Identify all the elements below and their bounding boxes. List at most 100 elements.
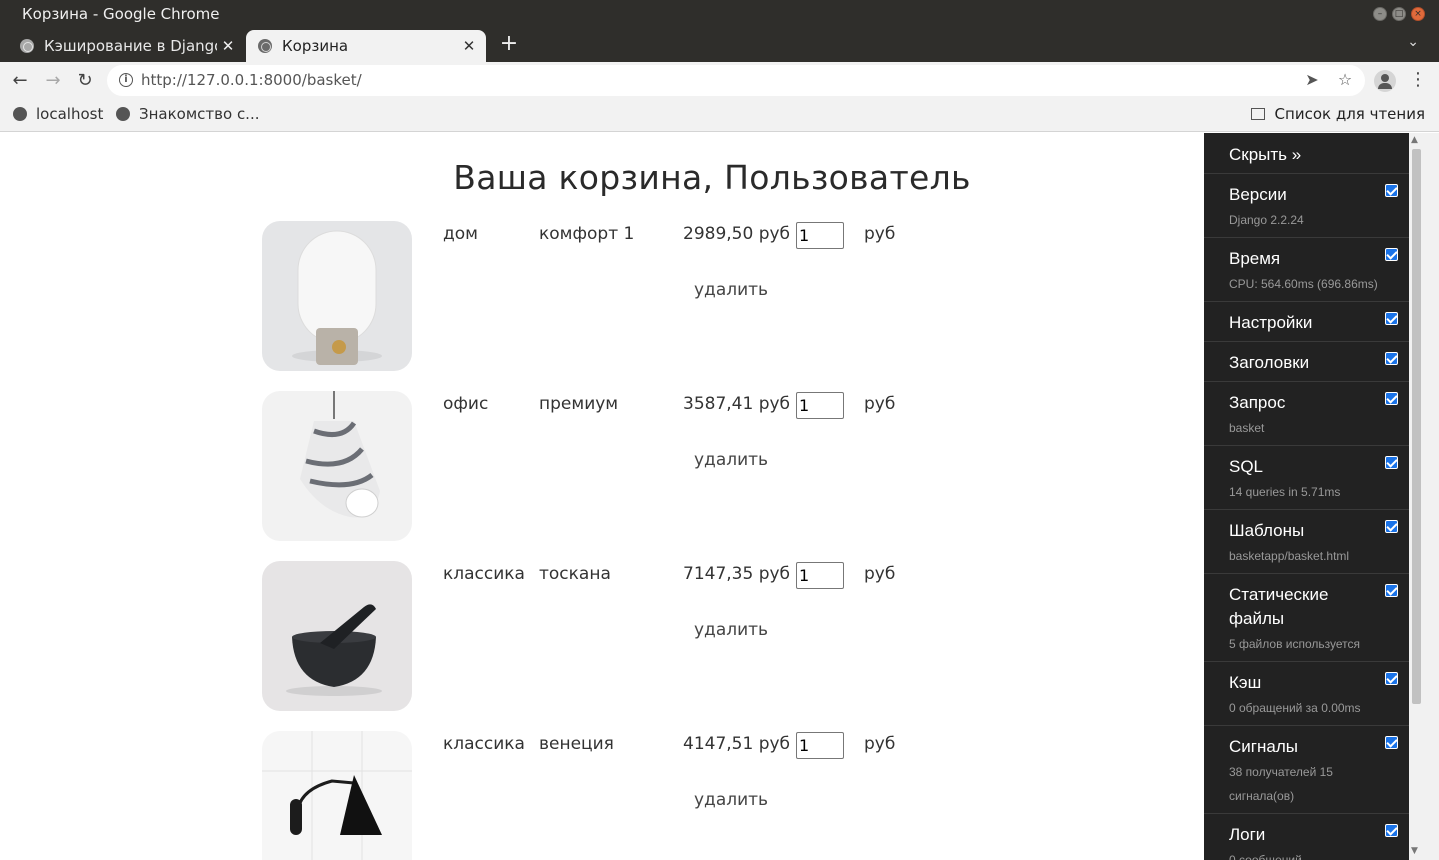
reading-list-label: Список для чтения xyxy=(1274,105,1425,123)
panel-subtitle: 5 файлов используется xyxy=(1229,637,1361,651)
panel-subtitle: CPU: 564.60ms (696.86ms) xyxy=(1229,277,1378,291)
close-tab-icon[interactable]: ✕ xyxy=(458,37,480,55)
bookmark-localhost[interactable]: localhost xyxy=(13,105,103,123)
panel-title: Шаблоны xyxy=(1229,521,1305,540)
quantity-input[interactable] xyxy=(796,732,844,759)
url-text[interactable]: http://127.0.0.1:8000/basket/ xyxy=(141,71,362,89)
panel-title: Кэш xyxy=(1229,673,1262,692)
panel-time[interactable]: Время CPU: 564.60ms (696.86ms) xyxy=(1204,237,1409,301)
panel-toggle-checkbox[interactable] xyxy=(1385,520,1398,533)
globe-icon xyxy=(13,107,27,121)
panel-subtitle: Django 2.2.24 xyxy=(1229,213,1304,227)
tab-label: Кэширование в Django xyxy=(44,37,217,55)
minimize-button[interactable]: – xyxy=(1373,7,1387,21)
page-content: Ваша корзина, Пользователь дом комфорт 1… xyxy=(0,133,1204,860)
globe-icon xyxy=(20,39,34,53)
panel-title: Запрос xyxy=(1229,393,1286,412)
url-host: http://127.0.0.1 xyxy=(141,71,259,89)
bookmark-star-icon[interactable]: ☆ xyxy=(1335,70,1355,89)
item-name: тоскана xyxy=(539,564,611,584)
panel-static-files[interactable]: Статические файлы 5 файлов используется xyxy=(1204,573,1409,661)
tab-django-caching[interactable]: Кэширование в Django ✕ xyxy=(8,30,245,62)
reading-list-button[interactable]: Список для чтения xyxy=(1250,105,1425,123)
back-arrow-icon[interactable]: ← xyxy=(8,69,32,93)
basket-item: классика венеция 4147,51 руб руб удалить xyxy=(262,731,962,860)
panel-toggle-checkbox[interactable] xyxy=(1385,352,1398,365)
send-icon[interactable]: ➤ xyxy=(1302,70,1322,89)
panel-title: Настройки xyxy=(1229,313,1313,332)
window-title: Корзина - Google Chrome xyxy=(22,5,220,23)
panel-toggle-checkbox[interactable] xyxy=(1385,248,1398,261)
item-name: комфорт 1 xyxy=(539,224,635,244)
delete-link[interactable]: удалить xyxy=(694,620,768,640)
hide-toolbar-link[interactable]: Скрыть » xyxy=(1229,145,1301,165)
tab-strip: Кэширование в Django ✕ Корзина ✕ + ⌄ xyxy=(0,28,1439,62)
close-tab-icon[interactable]: ✕ xyxy=(217,37,239,55)
panel-headers[interactable]: Заголовки xyxy=(1204,341,1409,381)
maximize-button[interactable]: □ xyxy=(1392,7,1406,21)
quantity-input[interactable] xyxy=(796,392,844,419)
chrome-menu-icon[interactable]: ⋮ xyxy=(1408,69,1428,90)
panel-cache[interactable]: Кэш 0 обращений за 0.00ms xyxy=(1204,661,1409,725)
item-price: 7147,35 руб xyxy=(683,564,791,584)
scrollbar-thumb[interactable] xyxy=(1412,149,1421,704)
profile-avatar-icon[interactable] xyxy=(1374,70,1396,92)
site-info-icon[interactable]: i xyxy=(119,73,133,87)
scroll-up-arrow-icon[interactable]: ▲ xyxy=(1411,135,1418,145)
panel-toggle-checkbox[interactable] xyxy=(1385,736,1398,749)
panel-toggle-checkbox[interactable] xyxy=(1385,312,1398,325)
reload-icon[interactable]: ↻ xyxy=(73,69,97,93)
product-image-lamp xyxy=(262,221,412,371)
tab-label: Корзина xyxy=(282,37,349,55)
window-titlebar: Корзина - Google Chrome – □ × xyxy=(0,0,1439,28)
item-unit: руб xyxy=(864,564,896,584)
delete-link[interactable]: удалить xyxy=(694,280,768,300)
quantity-input[interactable] xyxy=(796,222,844,249)
item-unit: руб xyxy=(864,394,896,414)
panel-subtitle: basket xyxy=(1229,421,1265,435)
panel-toggle-checkbox[interactable] xyxy=(1385,456,1398,469)
page-title: Ваша корзина, Пользователь xyxy=(453,158,971,197)
quantity-input[interactable] xyxy=(796,562,844,589)
panel-request[interactable]: Запрос basket xyxy=(1204,381,1409,445)
reading-list-icon xyxy=(1250,108,1265,120)
bookmark-label: localhost xyxy=(36,105,104,123)
panel-toggle-checkbox[interactable] xyxy=(1385,392,1398,405)
forward-arrow-icon[interactable]: → xyxy=(41,69,65,93)
panel-logs[interactable]: Логи 0 сообщений xyxy=(1204,813,1409,860)
panel-title: Время xyxy=(1229,249,1281,268)
panel-subtitle-line2: сигнала(ов) xyxy=(1229,789,1295,803)
tab-basket[interactable]: Корзина ✕ xyxy=(246,30,486,62)
basket-item: классика тоскана 7147,35 руб руб удалить xyxy=(262,561,962,711)
panel-subtitle: 38 получателей 15 xyxy=(1229,765,1333,779)
browser-toolbar: ← → ↻ i http://127.0.0.1:8000/basket/ ➤ … xyxy=(0,62,1439,99)
panel-toggle-checkbox[interactable] xyxy=(1385,184,1398,197)
delete-link[interactable]: удалить xyxy=(694,450,768,470)
delete-link[interactable]: удалить xyxy=(694,790,768,810)
item-price: 3587,41 руб xyxy=(683,394,791,414)
basket-item: офис премиум 3587,41 руб руб удалить xyxy=(262,391,962,541)
tab-search-icon[interactable]: ⌄ xyxy=(1407,34,1419,50)
basket-item: дом комфорт 1 2989,50 руб руб удалить xyxy=(262,221,962,371)
bookmarks-bar: localhost Знакомство с... Список для чте… xyxy=(0,99,1439,132)
scroll-down-arrow-icon[interactable]: ▼ xyxy=(1411,846,1418,856)
panel-subtitle: 0 обращений за 0.00ms xyxy=(1229,701,1361,715)
panel-toggle-checkbox[interactable] xyxy=(1385,824,1398,837)
panel-templates[interactable]: Шаблоны basketapp/basket.html xyxy=(1204,509,1409,573)
address-bar[interactable]: i http://127.0.0.1:8000/basket/ ➤ ☆ xyxy=(107,65,1365,96)
panel-sql[interactable]: SQL 14 queries in 5.71ms xyxy=(1204,445,1409,509)
new-tab-button[interactable]: + xyxy=(497,31,521,56)
panel-versions[interactable]: Версии Django 2.2.24 xyxy=(1204,173,1409,237)
panel-settings[interactable]: Настройки xyxy=(1204,301,1409,341)
item-category: дом xyxy=(443,224,478,244)
panel-toggle-checkbox[interactable] xyxy=(1385,672,1398,685)
bookmark-intro[interactable]: Знакомство с... xyxy=(116,105,260,123)
panel-signals[interactable]: Сигналы 38 получателей 15 сигнала(ов) xyxy=(1204,725,1409,813)
item-unit: руб xyxy=(864,734,896,754)
panel-toggle-checkbox[interactable] xyxy=(1385,584,1398,597)
close-window-button[interactable]: × xyxy=(1411,7,1425,21)
page-scrollbar[interactable]: ▲ ▼ xyxy=(1409,133,1439,860)
panel-title: Версии xyxy=(1229,185,1287,204)
panel-title: SQL xyxy=(1229,457,1264,476)
item-category: классика xyxy=(443,734,525,754)
